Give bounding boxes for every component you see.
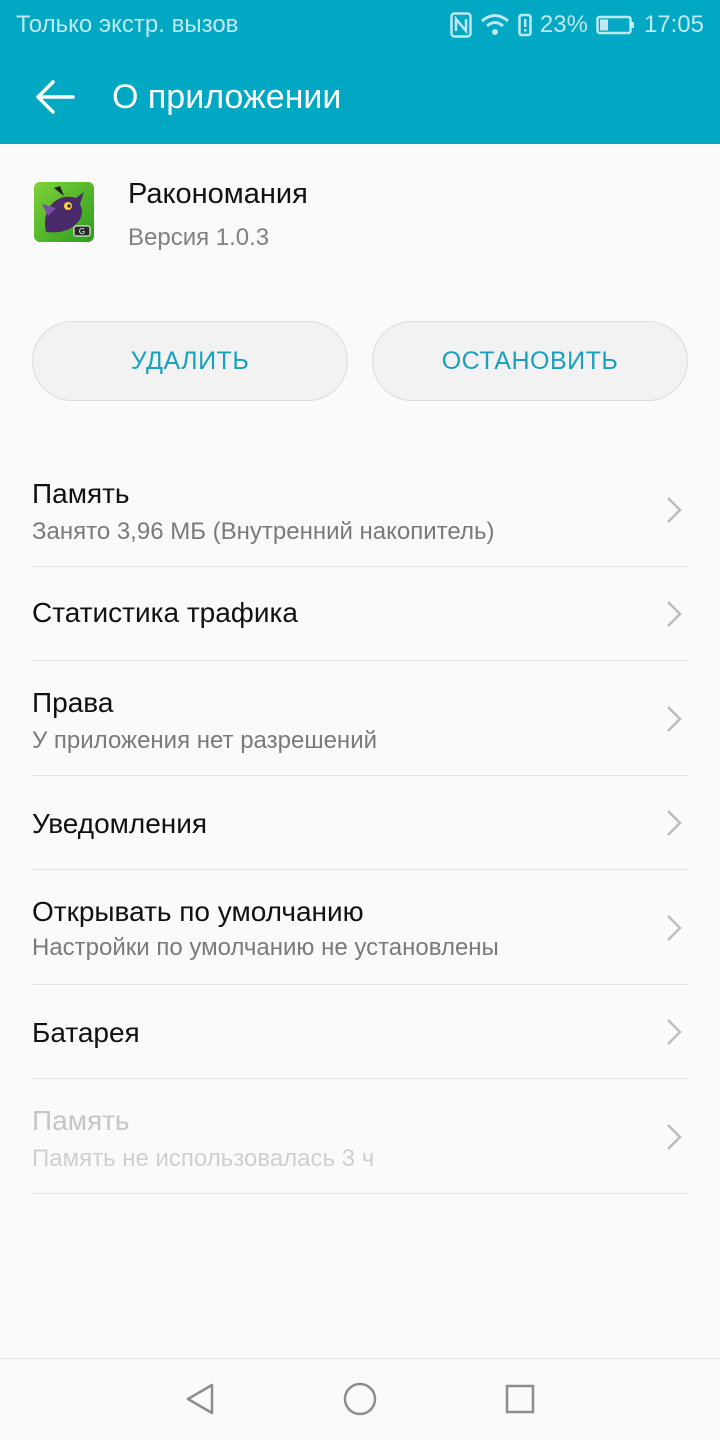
battery-alert-icon — [518, 13, 532, 37]
wifi-icon — [480, 13, 510, 37]
carrier-text: Только экстр. вызов — [16, 11, 239, 38]
chevron-right-icon — [667, 915, 682, 941]
list-item-storage[interactable]: Память Занято 3,96 МБ (Внутренний накопи… — [32, 452, 688, 567]
chevron-right-icon — [667, 497, 682, 523]
list-item-permissions[interactable]: Права У приложения нет разрешений — [32, 661, 688, 776]
nav-home-icon — [343, 1382, 377, 1416]
app-settings-list: Память Занято 3,96 МБ (Внутренний накопи… — [32, 452, 688, 1194]
item-subtitle: Память не использовалась 3 ч — [32, 1145, 375, 1172]
uninstall-button[interactable]: УДАЛИТЬ — [32, 321, 348, 401]
stop-button[interactable]: ОСТАНОВИТЬ — [372, 321, 688, 401]
chevron-right-icon — [667, 601, 682, 627]
nfc-icon — [450, 12, 472, 38]
back-button[interactable] — [0, 50, 110, 144]
item-title: Память — [32, 478, 130, 509]
navigation-bar — [0, 1358, 720, 1440]
item-subtitle: У приложения нет разрешений — [32, 727, 377, 754]
item-title: Уведомления — [32, 808, 208, 839]
list-item-open-by-default[interactable]: Открывать по умолчанию Настройки по умол… — [32, 870, 688, 985]
item-subtitle: Занято 3,96 МБ (Внутренний накопитель) — [32, 518, 495, 545]
nav-back-icon — [186, 1383, 214, 1415]
nav-recents-button[interactable] — [500, 1379, 540, 1419]
page-title: О приложении — [112, 77, 342, 116]
chevron-right-icon — [667, 1019, 682, 1045]
arrow-back-icon — [36, 80, 75, 114]
app-version: Версия 1.0.3 — [128, 224, 270, 251]
nav-recents-icon — [505, 1384, 535, 1414]
app-icon: G — [34, 182, 94, 242]
chevron-right-icon — [667, 706, 682, 732]
item-title: Права — [32, 687, 114, 718]
nav-back-button[interactable] — [180, 1379, 220, 1419]
chevron-right-icon — [667, 810, 682, 836]
item-title: Батарея — [32, 1017, 140, 1048]
item-subtitle: Настройки по умолчанию не установлены — [32, 934, 499, 961]
clock: 17:05 — [643, 11, 704, 38]
item-title: Статистика трафика — [32, 597, 298, 628]
battery-percent: 23% — [539, 11, 588, 38]
status-bar: Только экстр. вызов 23% 17:05 — [0, 0, 720, 50]
app-bar: О приложении — [0, 50, 720, 144]
status-icons: 23% 17:05 — [450, 11, 704, 39]
item-title: Открывать по умолчанию — [32, 896, 364, 927]
app-header: G Ракономания Версия 1.0.3 — [0, 144, 720, 314]
battery-icon — [596, 15, 636, 35]
nav-home-button[interactable] — [340, 1379, 380, 1419]
list-item-notifications[interactable]: Уведомления — [32, 776, 688, 870]
item-title: Память — [32, 1105, 130, 1136]
app-name: Ракономания — [128, 178, 308, 210]
list-item-traffic[interactable]: Статистика трафика — [32, 567, 688, 661]
list-item-memory[interactable]: Память Память не использовалась 3 ч — [32, 1079, 688, 1194]
chevron-right-icon — [667, 1124, 682, 1150]
list-item-battery[interactable]: Батарея — [32, 985, 688, 1079]
svg-text:G: G — [79, 227, 85, 236]
